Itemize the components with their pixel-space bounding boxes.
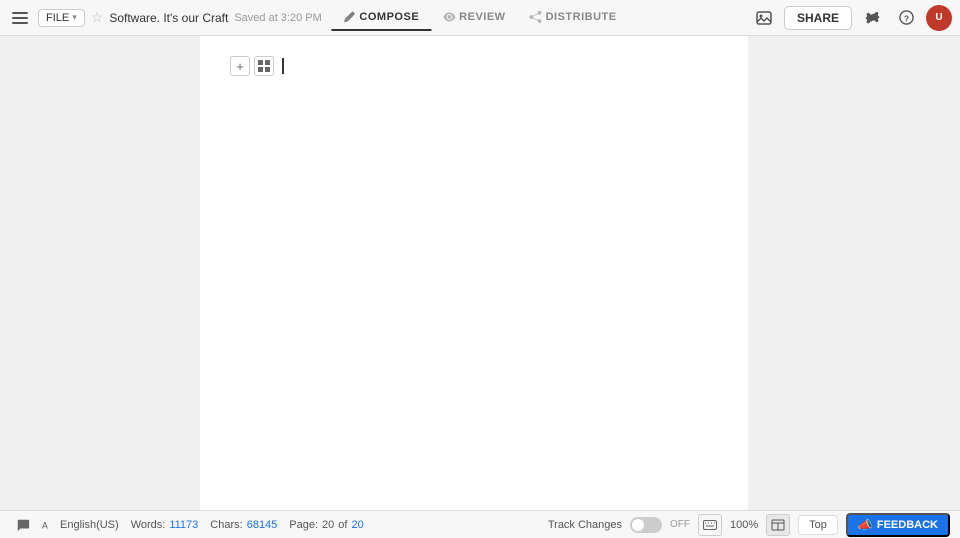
document-area[interactable]: + <box>200 36 748 510</box>
track-changes-toggle[interactable] <box>630 517 662 533</box>
hamburger-menu-icon[interactable] <box>8 8 32 28</box>
feedback-button[interactable]: 📣 FEEDBACK <box>846 513 950 537</box>
grid-icon <box>258 60 270 72</box>
words-label: Words: <box>131 519 166 531</box>
document-title: Software. It's our Craft <box>109 11 228 25</box>
tab-distribute[interactable]: DISTRIBUTE <box>518 5 629 31</box>
file-menu-button[interactable]: FILE ▾ <box>38 9 85 27</box>
chars-count[interactable]: 68145 <box>247 519 278 531</box>
page-count-item: Page: 20 of 20 <box>283 519 369 531</box>
chevron-down-icon: ▾ <box>72 12 77 23</box>
share-button[interactable]: SHARE <box>784 6 852 30</box>
tab-distribute-label: DISTRIBUTE <box>546 11 617 23</box>
file-label: FILE <box>46 12 69 24</box>
tab-review-label: REVIEW <box>459 11 505 23</box>
eye-icon <box>443 11 455 23</box>
keyboard-shortcut-button[interactable] <box>698 514 722 536</box>
words-count[interactable]: 11173 <box>169 519 198 531</box>
image-icon-button[interactable] <box>750 4 778 32</box>
share-label: SHARE <box>797 11 839 25</box>
megaphone-icon: 📣 <box>858 518 873 532</box>
text-cursor <box>282 58 284 74</box>
chars-label: Chars: <box>210 519 242 531</box>
track-changes-label: Track Changes <box>548 519 622 531</box>
layout-view-button[interactable] <box>766 514 790 536</box>
grid-view-button[interactable] <box>254 56 274 76</box>
image-icon <box>756 10 772 26</box>
track-changes-state: OFF <box>670 519 690 530</box>
word-count-item: Words: 11173 <box>125 519 205 531</box>
document-page[interactable]: + <box>200 36 748 510</box>
svg-text:?: ? <box>903 13 908 23</box>
status-bar: A English(US) Words: 11173 Chars: 68145 … <box>0 510 960 538</box>
settings-icon <box>865 10 880 25</box>
add-block-button[interactable]: + <box>230 56 250 76</box>
toolbar: FILE ▾ ☆ Software. It's our Craft Saved … <box>0 0 960 36</box>
zoom-level: 100% <box>730 519 758 531</box>
layout-icon <box>771 519 785 531</box>
page-total[interactable]: 20 <box>351 519 363 531</box>
pencil-icon <box>343 11 355 23</box>
toolbar-left: FILE ▾ ☆ Software. It's our Craft Saved … <box>8 8 322 28</box>
comment-icon <box>16 518 30 532</box>
left-panel <box>0 36 200 510</box>
svg-text:A: A <box>42 520 48 530</box>
tab-compose-label: COMPOSE <box>359 11 419 23</box>
page-current: 20 <box>322 519 334 531</box>
tab-review[interactable]: REVIEW <box>431 5 517 31</box>
top-button[interactable]: Top <box>798 515 838 535</box>
feedback-label: FEEDBACK <box>877 519 938 531</box>
nav-tabs: COMPOSE REVIEW DISTRIBUTE <box>331 5 628 31</box>
spell-check-item[interactable]: A English(US) <box>36 518 125 532</box>
help-icon-button[interactable]: ? <box>892 4 920 32</box>
comment-button[interactable] <box>10 518 36 532</box>
page-label: Page: <box>289 519 318 531</box>
status-bar-right: Track Changes OFF 100% Top <box>548 513 950 537</box>
right-panel <box>748 36 960 510</box>
avatar[interactable]: U <box>926 5 952 31</box>
main-content: + <box>0 36 960 510</box>
distribute-icon <box>530 11 542 23</box>
spellcheck-icon: A <box>42 518 56 532</box>
tab-compose[interactable]: COMPOSE <box>331 5 431 31</box>
top-label: Top <box>809 519 827 531</box>
toolbar-right: SHARE ? U <box>750 4 952 32</box>
char-count-item: Chars: 68145 <box>204 519 283 531</box>
add-icon: + <box>236 59 244 74</box>
document-toolbar: + <box>230 56 718 76</box>
help-icon: ? <box>899 10 914 25</box>
language-label: English(US) <box>60 519 119 531</box>
saved-status: Saved at 3:20 PM <box>234 12 321 24</box>
settings-icon-button[interactable] <box>858 4 886 32</box>
star-icon[interactable]: ☆ <box>91 9 104 26</box>
keyboard-icon <box>703 520 717 530</box>
